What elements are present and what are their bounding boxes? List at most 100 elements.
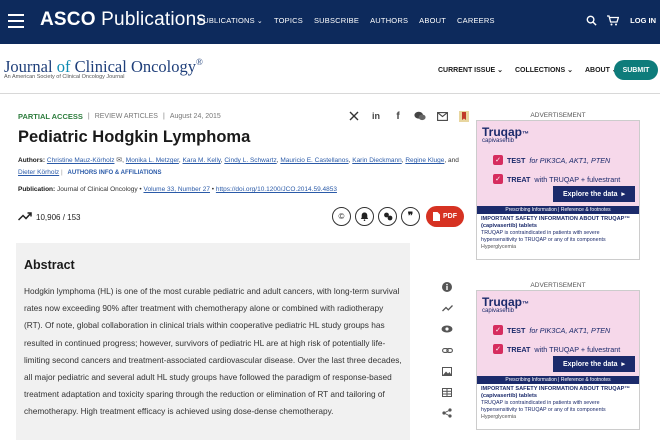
share-icons: in f xyxy=(348,110,470,122)
truqap-ad-2[interactable]: Truqap™ capivasertib ✓ TEST for PIK3CA, AK… xyxy=(476,290,640,430)
permissions-icon[interactable] xyxy=(378,207,397,226)
trending-icon[interactable] xyxy=(441,303,453,313)
cite-quote-icon[interactable]: ❞ xyxy=(401,207,420,226)
advertisement-label: ADVERTISEMENT xyxy=(530,282,586,289)
nav-careers[interactable]: CAREERS xyxy=(457,16,495,25)
nav-collections[interactable]: COLLECTIONS ⌄ xyxy=(515,66,573,74)
caret-right-icon: ▸ xyxy=(621,361,625,368)
authors-list: Authors: Christine Mauz-Körholz ✉, Monik… xyxy=(18,157,459,176)
wechat-icon[interactable] xyxy=(414,110,426,122)
check-icon: ✓ xyxy=(493,344,503,354)
explore-data-button[interactable]: Explore the data ▸ xyxy=(553,186,635,202)
access-badge: PARTIAL ACCESS xyxy=(18,112,83,121)
top-right-actions: LOG IN xyxy=(584,13,656,27)
top-navigation-bar: ASCO Publications PUBLICATIONS ⌄ TOPICS S… xyxy=(0,0,660,44)
chevron-down-icon: ⌄ xyxy=(256,18,263,25)
nav-publications[interactable]: PUBLICATIONS ⌄ xyxy=(198,16,263,25)
hamburger-menu-icon[interactable] xyxy=(8,14,24,28)
separator: | xyxy=(162,113,165,120)
pdf-download-button[interactable]: PDF xyxy=(426,206,464,227)
author-link[interactable]: Dieter Körholz xyxy=(18,169,59,176)
nav-topics[interactable]: TOPICS xyxy=(274,16,303,25)
copyright-icon[interactable]: © xyxy=(332,207,351,226)
author-link[interactable]: Karin Dieckmann xyxy=(352,157,402,164)
main-nav: PUBLICATIONS ⌄ TOPICS SUBSCRIBE AUTHORS A… xyxy=(198,16,495,25)
author-link[interactable]: Mauricio E. Castellanos xyxy=(280,157,348,164)
share-icon[interactable] xyxy=(441,408,453,418)
nav-current-issue[interactable]: CURRENT ISSUE ⌄ xyxy=(438,66,503,74)
truqap-logo: Truqap™ capivasertib xyxy=(482,125,530,144)
bookmark-icon[interactable] xyxy=(458,110,470,122)
nav-subscribe[interactable]: SUBSCRIBE xyxy=(314,16,359,25)
author-link[interactable]: Cindy L. Schwartz xyxy=(224,157,276,164)
cart-icon[interactable] xyxy=(606,13,620,27)
explore-data-button[interactable]: Explore the data ▸ xyxy=(553,356,635,372)
mail-icon[interactable]: ✉ xyxy=(116,157,122,164)
truqap-ad-1[interactable]: Truqap™ capivasertib ✓ TEST for PIK3CA, AK… xyxy=(476,120,640,260)
separator: | xyxy=(61,169,63,176)
check-icon: ✓ xyxy=(493,325,503,335)
asco-publications-logo[interactable]: ASCO Publications xyxy=(40,9,206,31)
linkedin-icon[interactable]: in xyxy=(370,110,382,122)
x-twitter-icon[interactable] xyxy=(348,110,360,122)
abstract-text: Hodgkin lymphoma (HL) is one of the most… xyxy=(24,286,402,417)
article-date: August 24, 2015 xyxy=(169,113,221,120)
pdf-file-icon xyxy=(433,212,440,221)
ad-test-line: ✓ TEST for PIK3CA, AKT1, PTEN xyxy=(493,325,610,335)
caret-right-icon: ▸ xyxy=(621,191,625,198)
article-meta: PARTIAL ACCESS | REVIEW ARTICLES | Augus… xyxy=(18,112,221,121)
alert-bell-icon[interactable] xyxy=(355,207,374,226)
doi-link[interactable]: https://doi.org/10.1200/JCO.2014.59.4853 xyxy=(216,186,337,193)
search-icon[interactable] xyxy=(584,13,598,27)
article-metrics[interactable]: 10,906 / 153 xyxy=(17,211,81,223)
nav-journal-about[interactable]: ABOUT ⌄ xyxy=(585,66,618,74)
article-tools-rail xyxy=(441,282,453,418)
publication-journal: Journal of Clinical Oncology xyxy=(57,186,138,193)
login-link[interactable]: LOG IN xyxy=(630,16,656,25)
publication-label: Publication: xyxy=(18,186,56,193)
metrics-count: 10,906 / 153 xyxy=(36,212,81,222)
article-title: Pediatric Hodgkin Lymphoma xyxy=(18,128,251,146)
facebook-icon[interactable]: f xyxy=(392,110,404,122)
trending-icon xyxy=(17,211,32,223)
check-icon: ✓ xyxy=(493,155,503,165)
nav-authors[interactable]: AUTHORS xyxy=(370,16,408,25)
abstract-section: Abstract Hodgkin lymphoma (HL) is one of… xyxy=(16,243,410,440)
volume-link[interactable]: Volume 33, Number 27 xyxy=(144,186,210,193)
ad-hero: Truqap™ capivasertib ✓ TEST for PIK3CA, AK… xyxy=(477,121,639,206)
ad-treat-line: ✓ TREAT with TRUQAP + fulvestrant xyxy=(493,174,620,184)
ad-treat-line: ✓ TREAT with TRUQAP + fulvestrant xyxy=(493,344,620,354)
check-icon: ✓ xyxy=(493,174,503,184)
author-link[interactable]: Christine Mauz-Körholz xyxy=(47,157,115,164)
pdf-label: PDF xyxy=(443,213,457,220)
link-icon[interactable] xyxy=(441,345,453,355)
truqap-logo: Truqap™ capivasertib xyxy=(482,295,530,314)
authors-affiliations-toggle[interactable]: AUTHORS INFO & AFFILIATIONS xyxy=(68,170,162,176)
article-type: REVIEW ARTICLES xyxy=(94,113,158,120)
journal-nav: CURRENT ISSUE ⌄ COLLECTIONS ⌄ ABOUT ⌄ xyxy=(438,66,618,74)
ad-links[interactable]: Prescribing Information | Reference & fo… xyxy=(477,376,639,384)
author-link[interactable]: Monika L. Metzger xyxy=(126,157,179,164)
and-text: , and xyxy=(444,157,459,164)
bullet: • xyxy=(211,186,215,193)
ad-safety-info: IMPORTANT SAFETY INFORMATION ABOUT TRUQA… xyxy=(481,386,630,420)
table-icon[interactable] xyxy=(441,387,453,397)
ad-links[interactable]: Prescribing Information | Reference & fo… xyxy=(477,206,639,214)
article-actions: © ❞ PDF xyxy=(332,206,464,227)
submit-button[interactable]: SUBMIT xyxy=(614,60,658,80)
author-link[interactable]: Regine Kluge xyxy=(405,157,444,164)
eye-icon[interactable] xyxy=(441,324,453,334)
journal-subtitle: An American Society of Clinical Oncology… xyxy=(4,74,125,80)
nav-about[interactable]: ABOUT xyxy=(419,16,446,25)
authors-label: Authors: xyxy=(18,157,46,164)
advertisement-label: ADVERTISEMENT xyxy=(530,112,586,119)
image-icon[interactable] xyxy=(441,366,453,376)
ad-test-line: ✓ TEST for PIK3CA, AKT1, PTEN xyxy=(493,155,610,165)
ad-hero: Truqap™ capivasertib ✓ TEST for PIK3CA, AK… xyxy=(477,291,639,376)
email-icon[interactable] xyxy=(436,110,448,122)
author-link[interactable]: Kara M. Kelly xyxy=(183,157,221,164)
bullet: • xyxy=(139,186,142,193)
publication-line: Publication: Journal of Clinical Oncolog… xyxy=(18,186,337,193)
separator: | xyxy=(87,113,90,120)
info-icon[interactable] xyxy=(441,282,453,292)
